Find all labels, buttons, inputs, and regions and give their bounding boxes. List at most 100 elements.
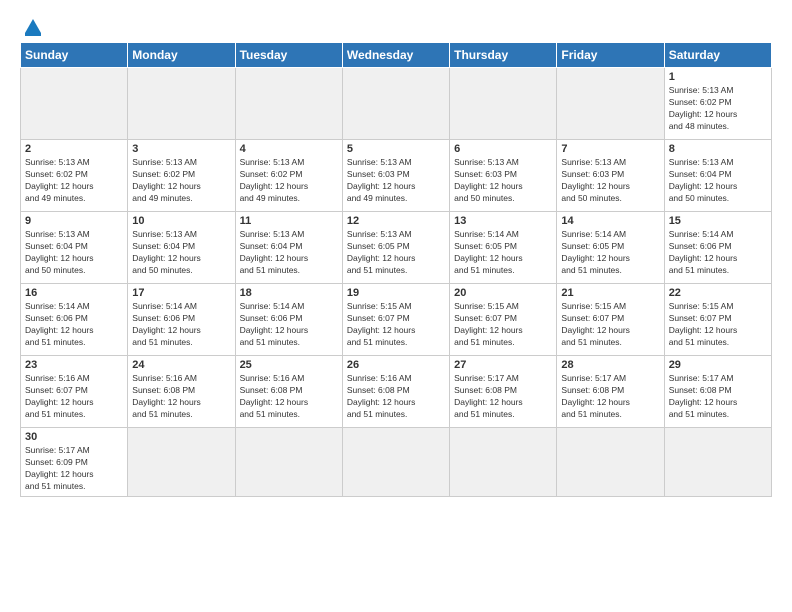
logo-area <box>20 16 44 38</box>
calendar-cell: 8 Sunrise: 5:13 AM Sunset: 6:04 PM Daylig… <box>664 140 771 212</box>
day-number: 7 <box>561 143 659 155</box>
calendar-week-row: 2 Sunrise: 5:13 AM Sunset: 6:02 PM Daylig… <box>21 140 772 212</box>
calendar-cell: 14 Sunrise: 5:14 AM Sunset: 6:05 PM Dayli… <box>557 212 664 284</box>
header <box>20 16 772 38</box>
day-number: 21 <box>561 287 659 299</box>
day-number: 1 <box>669 71 767 83</box>
day-number: 23 <box>25 359 123 371</box>
calendar-cell: 22 Sunrise: 5:15 AM Sunset: 6:07 PM Dayli… <box>664 284 771 356</box>
header-monday: Monday <box>128 43 235 68</box>
calendar-cell: 24 Sunrise: 5:16 AM Sunset: 6:08 PM Dayli… <box>128 356 235 428</box>
calendar-cell <box>235 68 342 140</box>
day-info: Sunrise: 5:14 AM Sunset: 6:06 PM Dayligh… <box>240 301 338 349</box>
day-number: 15 <box>669 215 767 227</box>
day-info: Sunrise: 5:17 AM Sunset: 6:08 PM Dayligh… <box>669 373 767 421</box>
day-info: Sunrise: 5:16 AM Sunset: 6:08 PM Dayligh… <box>132 373 230 421</box>
calendar-cell: 25 Sunrise: 5:16 AM Sunset: 6:08 PM Dayli… <box>235 356 342 428</box>
day-info: Sunrise: 5:13 AM Sunset: 6:04 PM Dayligh… <box>25 229 123 277</box>
calendar-cell: 27Sunrise: 5:17 AM Sunset: 6:08 PM Dayli… <box>450 356 557 428</box>
day-number: 16 <box>25 287 123 299</box>
calendar-cell: 30 Sunrise: 5:17 AM Sunset: 6:09 PM Dayli… <box>21 428 128 497</box>
calendar-cell <box>128 428 235 497</box>
day-info: Sunrise: 5:15 AM Sunset: 6:07 PM Dayligh… <box>561 301 659 349</box>
day-number: 9 <box>25 215 123 227</box>
day-number: 28 <box>561 359 659 371</box>
calendar-week-row: 30 Sunrise: 5:17 AM Sunset: 6:09 PM Dayli… <box>21 428 772 497</box>
day-info: Sunrise: 5:17 AM Sunset: 6:09 PM Dayligh… <box>25 445 123 493</box>
day-info: Sunrise: 5:16 AM Sunset: 6:07 PM Dayligh… <box>25 373 123 421</box>
day-number: 30 <box>25 431 123 443</box>
day-info: Sunrise: 5:17 AM Sunset: 6:08 PM Dayligh… <box>561 373 659 421</box>
calendar-week-row: 23 Sunrise: 5:16 AM Sunset: 6:07 PM Dayli… <box>21 356 772 428</box>
calendar-cell <box>235 428 342 497</box>
day-info: Sunrise: 5:13 AM Sunset: 6:02 PM Dayligh… <box>25 157 123 205</box>
calendar-header-row: SundayMondayTuesdayWednesdayThursdayFrid… <box>21 43 772 68</box>
day-info: Sunrise: 5:13 AM Sunset: 6:02 PM Dayligh… <box>669 85 767 133</box>
day-info: Sunrise: 5:17 AM Sunset: 6:08 PM Dayligh… <box>454 373 552 421</box>
calendar-cell: 2 Sunrise: 5:13 AM Sunset: 6:02 PM Daylig… <box>21 140 128 212</box>
header-tuesday: Tuesday <box>235 43 342 68</box>
calendar-cell: 26 Sunrise: 5:16 AM Sunset: 6:08 PM Dayli… <box>342 356 449 428</box>
day-number: 10 <box>132 215 230 227</box>
day-number: 6 <box>454 143 552 155</box>
day-number: 22 <box>669 287 767 299</box>
day-number: 8 <box>669 143 767 155</box>
calendar-cell: 16 Sunrise: 5:14 AM Sunset: 6:06 PM Dayli… <box>21 284 128 356</box>
header-thursday: Thursday <box>450 43 557 68</box>
day-info: Sunrise: 5:14 AM Sunset: 6:06 PM Dayligh… <box>669 229 767 277</box>
calendar-cell: 3 Sunrise: 5:13 AM Sunset: 6:02 PM Daylig… <box>128 140 235 212</box>
calendar-cell: 29 Sunrise: 5:17 AM Sunset: 6:08 PM Dayli… <box>664 356 771 428</box>
calendar-cell: 4Sunrise: 5:13 AM Sunset: 6:02 PM Daylig… <box>235 140 342 212</box>
day-info: Sunrise: 5:13 AM Sunset: 6:03 PM Dayligh… <box>347 157 445 205</box>
day-info: Sunrise: 5:13 AM Sunset: 6:03 PM Dayligh… <box>561 157 659 205</box>
day-number: 13 <box>454 215 552 227</box>
day-number: 18 <box>240 287 338 299</box>
calendar-cell: 21 Sunrise: 5:15 AM Sunset: 6:07 PM Dayli… <box>557 284 664 356</box>
day-info: Sunrise: 5:16 AM Sunset: 6:08 PM Dayligh… <box>240 373 338 421</box>
calendar-cell <box>342 428 449 497</box>
calendar-cell: 11Sunrise: 5:13 AM Sunset: 6:04 PM Dayli… <box>235 212 342 284</box>
calendar-cell: 6 Sunrise: 5:13 AM Sunset: 6:03 PM Daylig… <box>450 140 557 212</box>
header-wednesday: Wednesday <box>342 43 449 68</box>
day-info: Sunrise: 5:15 AM Sunset: 6:07 PM Dayligh… <box>669 301 767 349</box>
day-number: 12 <box>347 215 445 227</box>
day-number: 26 <box>347 359 445 371</box>
day-info: Sunrise: 5:13 AM Sunset: 6:02 PM Dayligh… <box>132 157 230 205</box>
day-info: Sunrise: 5:15 AM Sunset: 6:07 PM Dayligh… <box>454 301 552 349</box>
calendar-cell <box>21 68 128 140</box>
header-friday: Friday <box>557 43 664 68</box>
day-number: 14 <box>561 215 659 227</box>
day-info: Sunrise: 5:13 AM Sunset: 6:02 PM Dayligh… <box>240 157 338 205</box>
day-number: 19 <box>347 287 445 299</box>
calendar-table: SundayMondayTuesdayWednesdayThursdayFrid… <box>20 42 772 497</box>
day-number: 5 <box>347 143 445 155</box>
header-sunday: Sunday <box>21 43 128 68</box>
calendar-cell <box>450 68 557 140</box>
day-number: 2 <box>25 143 123 155</box>
day-info: Sunrise: 5:13 AM Sunset: 6:04 PM Dayligh… <box>669 157 767 205</box>
day-number: 25 <box>240 359 338 371</box>
calendar-cell: 12Sunrise: 5:13 AM Sunset: 6:05 PM Dayli… <box>342 212 449 284</box>
day-number: 3 <box>132 143 230 155</box>
calendar-cell: 18 Sunrise: 5:14 AM Sunset: 6:06 PM Dayli… <box>235 284 342 356</box>
calendar-cell: 23 Sunrise: 5:16 AM Sunset: 6:07 PM Dayli… <box>21 356 128 428</box>
day-number: 29 <box>669 359 767 371</box>
calendar-cell: 13Sunrise: 5:14 AM Sunset: 6:05 PM Dayli… <box>450 212 557 284</box>
day-number: 24 <box>132 359 230 371</box>
calendar-cell: 10Sunrise: 5:13 AM Sunset: 6:04 PM Dayli… <box>128 212 235 284</box>
calendar-cell: 28 Sunrise: 5:17 AM Sunset: 6:08 PM Dayli… <box>557 356 664 428</box>
day-number: 20 <box>454 287 552 299</box>
calendar-cell <box>450 428 557 497</box>
calendar-cell <box>557 68 664 140</box>
logo-icon <box>22 16 44 38</box>
calendar-week-row: 9 Sunrise: 5:13 AM Sunset: 6:04 PM Daylig… <box>21 212 772 284</box>
day-number: 11 <box>240 215 338 227</box>
day-info: Sunrise: 5:14 AM Sunset: 6:06 PM Dayligh… <box>25 301 123 349</box>
day-info: Sunrise: 5:13 AM Sunset: 6:03 PM Dayligh… <box>454 157 552 205</box>
day-info: Sunrise: 5:14 AM Sunset: 6:05 PM Dayligh… <box>561 229 659 277</box>
calendar-cell: 7 Sunrise: 5:13 AM Sunset: 6:03 PM Daylig… <box>557 140 664 212</box>
calendar-cell: 5 Sunrise: 5:13 AM Sunset: 6:03 PM Daylig… <box>342 140 449 212</box>
calendar-cell <box>342 68 449 140</box>
day-info: Sunrise: 5:16 AM Sunset: 6:08 PM Dayligh… <box>347 373 445 421</box>
calendar-cell <box>664 428 771 497</box>
